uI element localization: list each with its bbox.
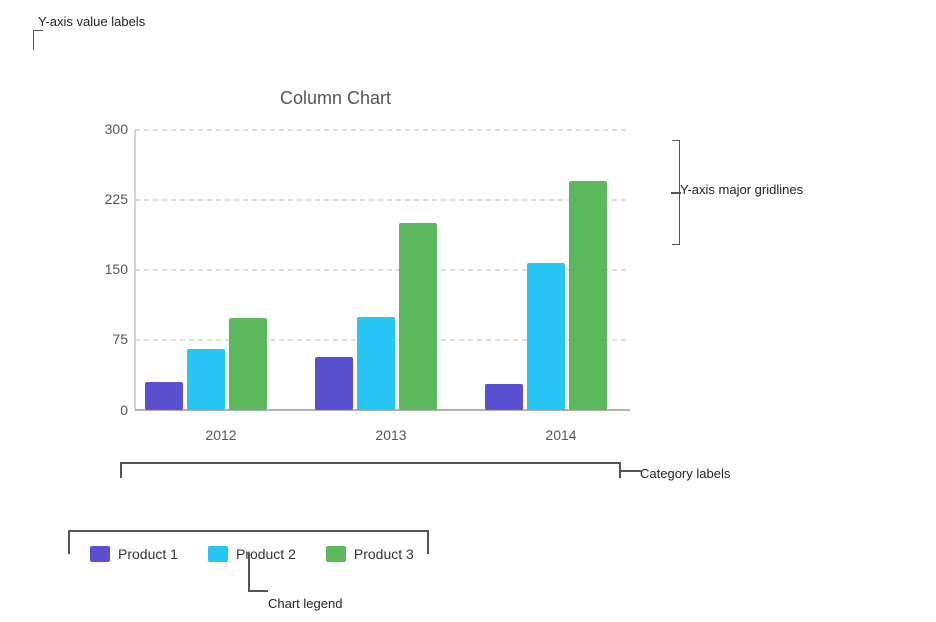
legend-bracket-arrow <box>248 590 268 592</box>
svg-text:2013: 2013 <box>375 427 406 443</box>
bar-2014-p3 <box>569 181 607 410</box>
bar-2013-p3 <box>399 223 437 410</box>
bar-2012-p2 <box>187 349 225 410</box>
svg-text:2014: 2014 <box>545 427 576 443</box>
bar-2012-p3 <box>229 318 267 410</box>
bar-2012-p1 <box>145 382 183 410</box>
chart-legend-annotation: Chart legend <box>268 596 342 611</box>
legend-swatch-p2 <box>208 546 228 562</box>
legend-label-p3: Product 3 <box>354 546 414 562</box>
y-axis-major-gridlines-annotation: Y-axis major gridlines <box>680 182 803 197</box>
bar-2013-p1 <box>315 357 353 410</box>
y-axis-value-labels-annotation: Y-axis value labels <box>38 14 145 29</box>
chart-svg: 0 75 150 225 300 2012 2013 2014 <box>90 110 650 490</box>
svg-text:75: 75 <box>112 331 128 347</box>
svg-text:2012: 2012 <box>205 427 236 443</box>
legend-item-p2: Product 2 <box>208 546 296 562</box>
legend-bracket-top <box>68 530 428 532</box>
gridlines-bracket-line <box>671 192 681 194</box>
legend-swatch-p3 <box>326 546 346 562</box>
bar-2014-p1 <box>485 384 523 410</box>
legend-item-p1: Product 1 <box>90 546 178 562</box>
chart-title: Column Chart <box>280 88 391 109</box>
legend-label-p1: Product 1 <box>118 546 178 562</box>
category-labels-annotation: Category labels <box>640 466 730 481</box>
svg-text:225: 225 <box>105 191 129 207</box>
legend-swatch-p1 <box>90 546 110 562</box>
legend-item-p3: Product 3 <box>326 546 414 562</box>
svg-text:0: 0 <box>120 402 128 418</box>
y-axis-label-bracket <box>33 30 43 50</box>
svg-text:300: 300 <box>105 121 129 137</box>
bar-2014-p2 <box>527 263 565 410</box>
svg-text:150: 150 <box>105 261 129 277</box>
legend-bracket-left <box>68 530 70 554</box>
legend-bracket-right <box>427 530 429 554</box>
page-container: Y-axis value labels Column Chart Y-axis … <box>0 0 936 622</box>
chart-legend: Product 1 Product 2 Product 3 <box>90 546 414 562</box>
legend-label-p2: Product 2 <box>236 546 296 562</box>
bar-2013-p2 <box>357 317 395 410</box>
